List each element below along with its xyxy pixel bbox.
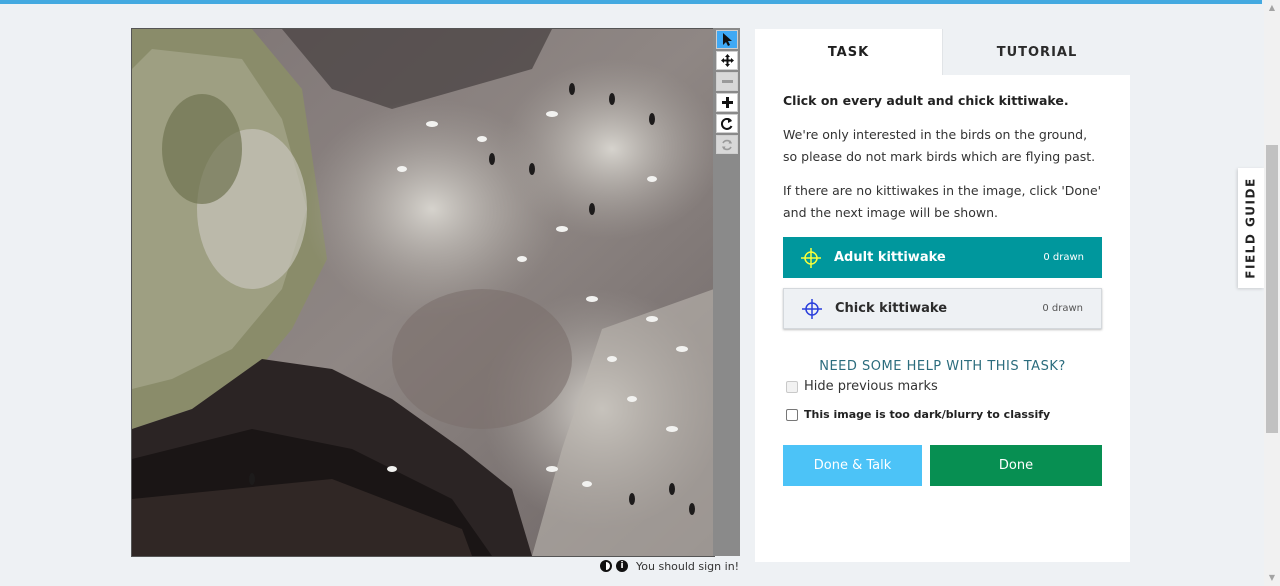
crosshair-icon [801,247,821,268]
plus-icon[interactable] [716,93,738,112]
tab-tutorial[interactable]: TUTORIAL [942,29,1131,75]
top-accent-bar [0,0,1262,4]
tool-count: 0 drawn [1043,252,1084,263]
too-dark-label: This image is too dark/blurry to classif… [804,408,1051,421]
tool-label: Chick kittiwake [835,301,948,316]
tool-label: Adult kittiwake [834,250,946,265]
task-instruction-2: If there are no kittiwakes in the image,… [783,183,1102,220]
task-instruction-1: We're only interested in the birds on th… [783,127,1096,164]
subject-image[interactable] [131,28,715,557]
done-and-talk-button[interactable]: Done & Talk [783,445,922,486]
field-guide-label: FIELD GUIDE [1244,177,1258,279]
tab-task[interactable]: TASK [755,29,942,75]
minus-icon[interactable] [716,72,738,91]
rotate-icon[interactable] [716,114,738,133]
task-panel: TASK TUTORIAL Click on every adult and c… [755,29,1131,562]
info-icon[interactable]: i [616,560,628,572]
cliff-photo [132,29,714,556]
panel-tabs: TASK TUTORIAL [755,29,1131,75]
image-toolbar [713,28,740,556]
hide-marks-row[interactable]: Hide previous marks [786,379,938,394]
page-scrollbar[interactable]: ▲ ▼ [1264,0,1280,586]
crosshair-icon [802,298,822,319]
scroll-up-icon[interactable]: ▲ [1264,0,1280,16]
hide-marks-label: Hide previous marks [804,379,938,394]
tool-adult-kittiwake[interactable]: Adult kittiwake 0 drawn [783,237,1102,278]
tool-count: 0 drawn [1042,303,1083,314]
done-button[interactable]: Done [930,445,1102,486]
task-question: Click on every adult and chick kittiwake… [783,93,1069,108]
cursor-icon[interactable] [716,30,738,49]
move-icon[interactable] [716,51,738,70]
sign-in-notice[interactable]: You should sign in! [636,560,739,573]
contrast-icon[interactable] [600,560,612,572]
hide-marks-checkbox[interactable] [786,380,798,393]
help-link[interactable]: NEED SOME HELP WITH THIS TASK? [755,359,1130,374]
field-guide-tab[interactable]: FIELD GUIDE [1238,168,1264,288]
tool-chick-kittiwake[interactable]: Chick kittiwake 0 drawn [783,288,1102,329]
too-dark-row[interactable]: This image is too dark/blurry to classif… [786,408,1050,421]
scrollbar-thumb[interactable] [1266,145,1278,433]
refresh-icon[interactable] [716,135,738,154]
too-dark-checkbox[interactable] [786,408,798,421]
scroll-down-icon[interactable]: ▼ [1264,570,1280,586]
viewer-footer: i You should sign in! [600,558,739,574]
